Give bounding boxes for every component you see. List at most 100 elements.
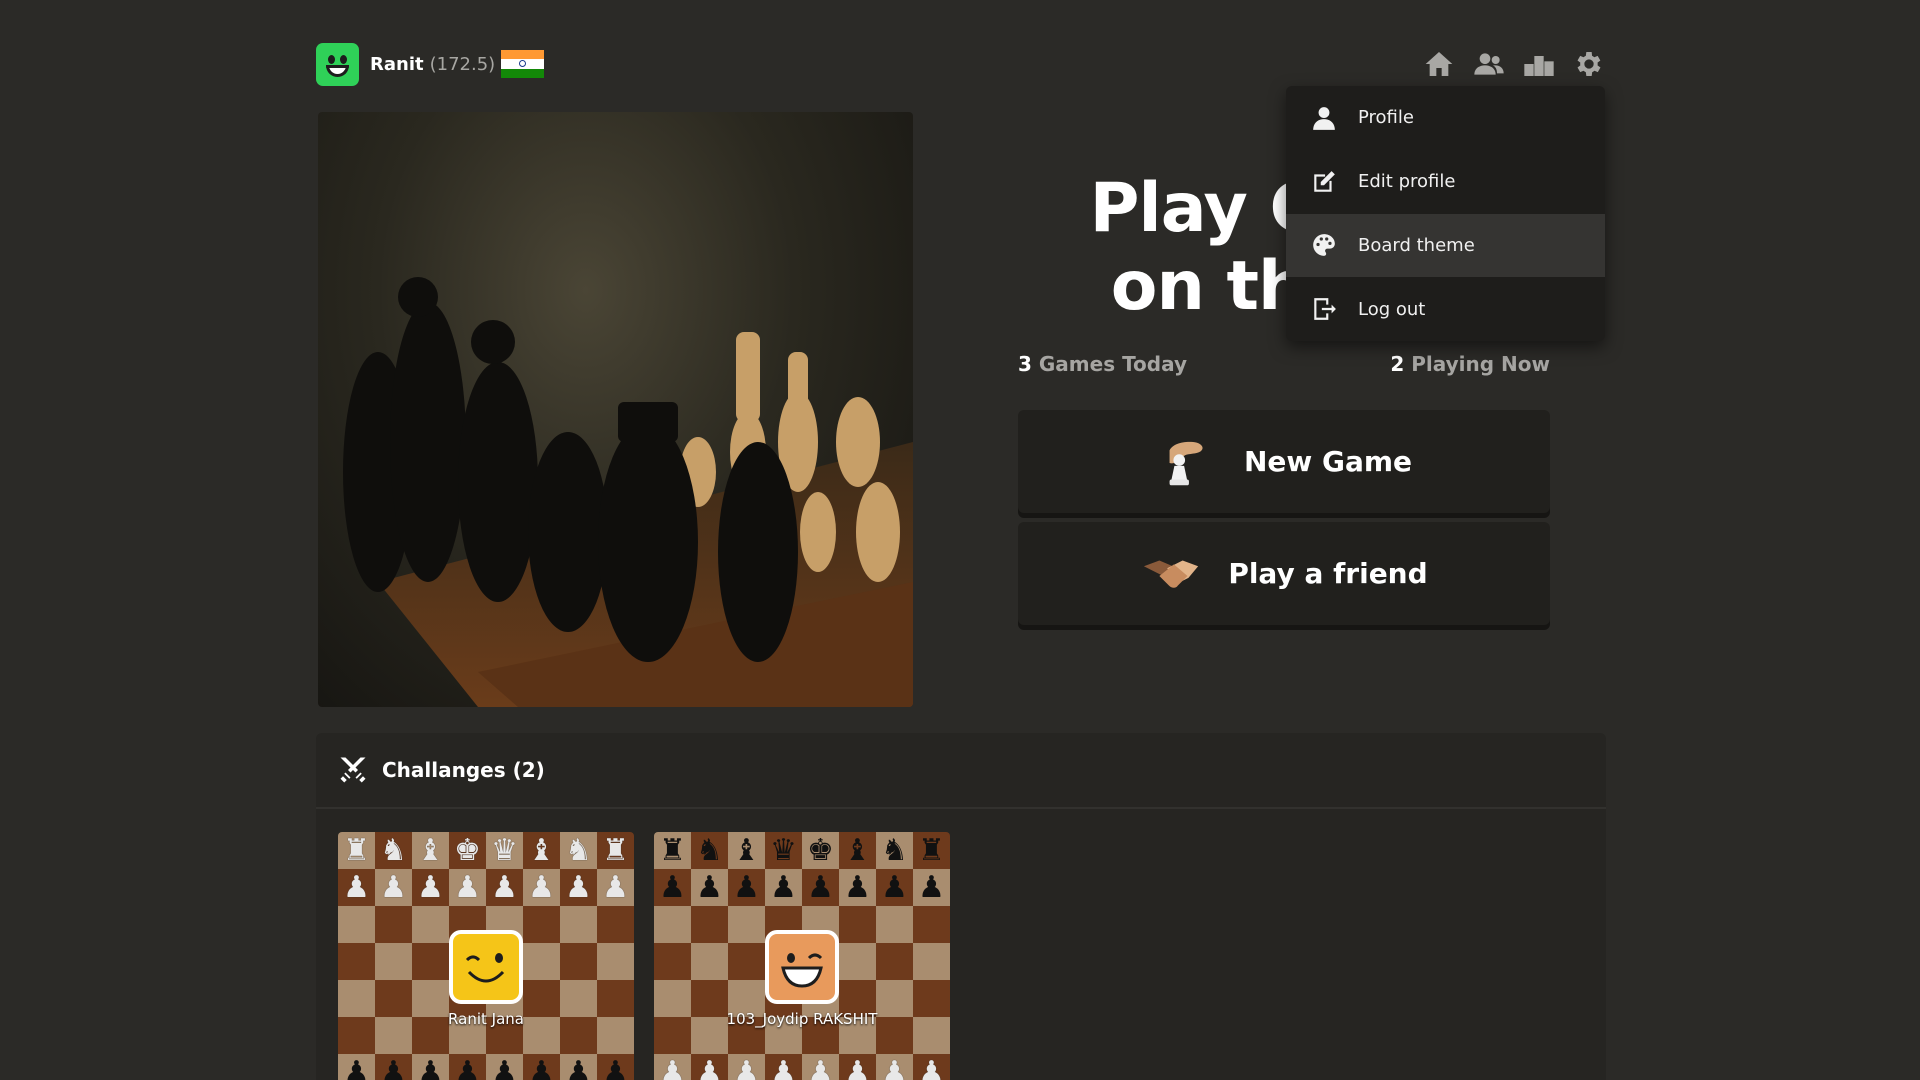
- chess-piece: ♟: [733, 1054, 760, 1080]
- chess-piece: ♝: [417, 832, 444, 868]
- chess-piece: ♟: [454, 869, 481, 905]
- challenges-title: Challanges (2): [382, 758, 545, 782]
- player-avatar: [449, 930, 523, 1004]
- play-friend-label: Play a friend: [1228, 557, 1428, 590]
- top-bar: Ranit (172.5): [316, 42, 1606, 86]
- board-square: ♜: [338, 832, 375, 869]
- board-square: ♟: [654, 1054, 691, 1080]
- chess-piece: ♚: [807, 832, 834, 868]
- board-square: ♜: [913, 832, 950, 869]
- hand-pawn-icon: [1169, 441, 1203, 485]
- board-square: ♟: [486, 869, 523, 906]
- board-square: ♟: [412, 1054, 449, 1080]
- board-square: ♟: [449, 1054, 486, 1080]
- new-game-label: New Game: [1243, 445, 1413, 478]
- chess-piece: ♟: [528, 869, 555, 905]
- username[interactable]: Ranit: [370, 54, 424, 75]
- board-square: ♟: [560, 1054, 597, 1080]
- palette-icon: [1310, 231, 1338, 259]
- chess-piece: ♟: [807, 869, 834, 905]
- chess-piece: ♛: [770, 832, 797, 868]
- board-square: ♟: [691, 869, 728, 906]
- board-square: ♟: [691, 1054, 728, 1080]
- board-square: ♟: [913, 869, 950, 906]
- board-square: ♟: [913, 1054, 950, 1080]
- menu-item-edit-profile[interactable]: Edit profile: [1286, 150, 1605, 214]
- gear-icon[interactable]: [1572, 47, 1606, 81]
- menu-item-log-out[interactable]: Log out: [1286, 277, 1605, 341]
- chess-piece: ♞: [696, 832, 723, 868]
- chess-piece: ♟: [696, 1054, 723, 1080]
- chess-piece: ♟: [881, 869, 908, 905]
- stats-row: 3 Games Today 2 Playing Now: [1018, 352, 1550, 376]
- chess-piece: ♟: [528, 1054, 555, 1080]
- hero-chess-image: [318, 112, 913, 707]
- leaderboard-icon[interactable]: [1522, 47, 1556, 81]
- home-icon[interactable]: [1422, 47, 1456, 81]
- board-square: ♟: [728, 869, 765, 906]
- chess-piece: ♟: [602, 1054, 629, 1080]
- chess-piece: ♟: [343, 1054, 370, 1080]
- friends-icon[interactable]: [1472, 47, 1506, 81]
- chess-piece: ♟: [565, 869, 592, 905]
- chess-piece: ♟: [491, 869, 518, 905]
- chess-piece: ♜: [343, 832, 370, 868]
- chess-piece: ♜: [918, 832, 945, 868]
- chess-piece: ♝: [528, 832, 555, 868]
- player-avatar: [765, 930, 839, 1004]
- chess-piece: ♟: [380, 1054, 407, 1080]
- chess-piece: ♟: [417, 869, 444, 905]
- chess-piece: ♞: [881, 832, 908, 868]
- chess-piece: ♟: [565, 1054, 592, 1080]
- board-square: ♝: [412, 832, 449, 869]
- chess-piece: ♟: [659, 1054, 686, 1080]
- board-square: ♚: [449, 832, 486, 869]
- chess-piece: ♟: [659, 869, 686, 905]
- user-rating: (172.5): [429, 53, 496, 75]
- chess-piece: ♟: [807, 1054, 834, 1080]
- board-square: ♟: [597, 869, 634, 906]
- chess-piece: ♛: [491, 832, 518, 868]
- menu-item-board-theme[interactable]: Board theme: [1286, 213, 1605, 278]
- board-square: ♟: [765, 869, 802, 906]
- board-square: ♝: [728, 832, 765, 869]
- board-square: ♟: [486, 1054, 523, 1080]
- menu-item-profile[interactable]: Profile: [1286, 86, 1605, 150]
- challenge-player-2: 103_Joydip RAKSHIT: [654, 930, 950, 1028]
- chess-piece: ♟: [380, 869, 407, 905]
- challenge-board-1[interactable]: ♜♞♝♚♛♝♞♜♟♟♟♟♟♟♟♟♟♟♟♟♟♟♟♟♜♞♝♛♚♝♞♜ Ranit J…: [338, 832, 634, 1080]
- chess-piece: ♝: [733, 832, 760, 868]
- challenge-player-1: Ranit Jana: [338, 930, 634, 1028]
- board-square: ♟: [876, 1054, 913, 1080]
- chess-piece: ♟: [881, 1054, 908, 1080]
- board-square: ♟: [654, 869, 691, 906]
- board-square: ♟: [375, 869, 412, 906]
- board-square: ♟: [802, 1054, 839, 1080]
- handshake-icon: [1144, 559, 1199, 588]
- chess-piece: ♚: [454, 832, 481, 868]
- india-flag-icon: [501, 50, 545, 78]
- board-square: ♛: [486, 832, 523, 869]
- challenge-board-2[interactable]: ♜♞♝♛♚♝♞♜♟♟♟♟♟♟♟♟♟♟♟♟♟♟♟♟♜♞♝♛♚♝♞♜ 103_Joy…: [654, 832, 950, 1080]
- user-icon: [1310, 104, 1338, 132]
- chess-piece: ♟: [454, 1054, 481, 1080]
- board-square: ♟: [876, 869, 913, 906]
- play-friend-button[interactable]: Play a friend: [1018, 522, 1550, 625]
- chess-piece: ♟: [696, 869, 723, 905]
- chess-piece: ♟: [770, 869, 797, 905]
- settings-dropdown-menu: Profile Edit profile Board theme Log out: [1286, 86, 1605, 341]
- board-square: ♝: [839, 832, 876, 869]
- board-square: ♟: [839, 1054, 876, 1080]
- board-square: ♛: [765, 832, 802, 869]
- chess-piece: ♟: [733, 869, 760, 905]
- new-game-button[interactable]: New Game: [1018, 410, 1550, 513]
- board-square: ♜: [597, 832, 634, 869]
- chess-piece: ♟: [844, 869, 871, 905]
- chess-piece: ♞: [380, 832, 407, 868]
- chess-piece: ♞: [565, 832, 592, 868]
- user-avatar[interactable]: [316, 42, 359, 86]
- board-square: ♟: [802, 869, 839, 906]
- board-square: ♟: [597, 1054, 634, 1080]
- board-square: ♞: [375, 832, 412, 869]
- board-square: ♟: [765, 1054, 802, 1080]
